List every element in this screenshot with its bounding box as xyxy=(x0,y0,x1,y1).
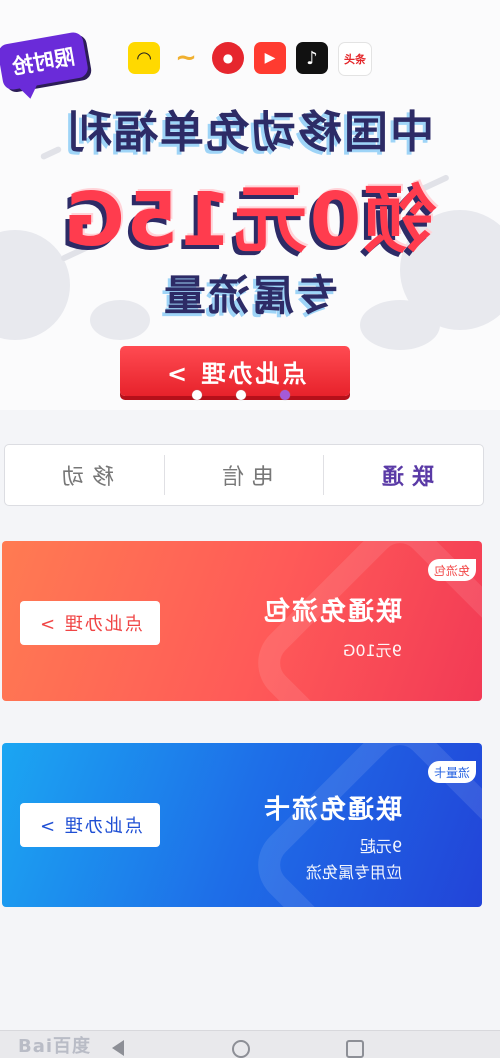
red-circle-glyph: ● xyxy=(222,51,234,65)
apply-now-label: 点此办理 > xyxy=(163,359,307,388)
card-corner-badge: 免流包 xyxy=(427,559,476,581)
sim-description-text: 应用专属免流 xyxy=(305,863,402,882)
yellow-smile-app-icon: ◠ xyxy=(128,42,160,74)
sim-apply-button[interactable]: 点此办理 > xyxy=(20,803,160,847)
limited-time-label: 限时抢 xyxy=(10,44,77,80)
headline-line-2-text: 领0元15G xyxy=(62,177,438,263)
card-description: 应用专属免流 xyxy=(306,859,402,883)
carrier-tabs: 移动 电信 联通 xyxy=(4,444,484,506)
tab-telecom[interactable]: 电信 xyxy=(165,445,324,505)
carousel-dot[interactable] xyxy=(236,390,246,400)
sim-apply-label: 点此办理 > xyxy=(37,816,143,837)
promo-banner[interactable]: 限时抢 ◠ ~ ● ▶ ♪ 头条 中国移动免单福利 领0元15G 专属流量 点此… xyxy=(0,0,500,410)
sim-title-text: 联通免流卡 xyxy=(261,795,402,825)
pack-badge-label: 免流包 xyxy=(433,563,470,578)
sim-price-text: 9元起 xyxy=(359,837,402,856)
headline-line-1: 中国移动免单福利 xyxy=(30,96,470,160)
tab-unicom[interactable]: 联通 xyxy=(324,445,483,505)
toutiao-glyph: 头条 xyxy=(344,53,366,66)
toutiao-app-icon: 头条 xyxy=(338,42,372,76)
pack-apply-label: 点此办理 > xyxy=(37,614,143,635)
card-title: 联通免流包 xyxy=(262,591,402,628)
baidu-watermark: Bai百度 xyxy=(18,1032,91,1058)
carousel-indicator xyxy=(0,390,500,402)
watermark-text: Bai百度 xyxy=(18,1036,92,1057)
carousel-dot-active[interactable] xyxy=(280,390,290,400)
red-circle-app-icon: ● xyxy=(212,42,244,74)
apply-now-button[interactable]: 点此办理 > xyxy=(120,346,350,396)
tiktok-glyph: ♪ xyxy=(306,47,318,69)
headline-line-2: 领0元15G xyxy=(30,160,470,267)
tab-unicom-label: 联通 xyxy=(373,465,434,490)
red-play-app-icon: ▶ xyxy=(254,42,286,74)
card-price: 9元起 xyxy=(360,833,402,857)
unicom-data-sim-card[interactable]: 流量卡 联通免流卡 9元起 应用专属免流 点此办理 > xyxy=(2,743,482,907)
tiktok-app-icon: ♪ xyxy=(296,42,328,74)
unicom-data-pack-card[interactable]: 免流包 联通免流包 9元10G 点此办理 > xyxy=(2,541,482,701)
wave-app-icon: ~ xyxy=(170,42,202,74)
pack-apply-button[interactable]: 点此办理 > xyxy=(20,601,160,645)
headline-line-1-text: 中国移动免单福利 xyxy=(66,107,434,158)
yellow-smile-glyph: ◠ xyxy=(137,47,151,69)
app-icon-row: ◠ ~ ● ▶ ♪ 头条 xyxy=(128,42,372,76)
pack-price-text: 9元10G xyxy=(343,641,402,660)
recent-apps-icon[interactable] xyxy=(346,1040,364,1058)
card-title: 联通免流卡 xyxy=(262,789,402,826)
tab-mobile[interactable]: 移动 xyxy=(5,445,164,505)
home-icon[interactable] xyxy=(232,1040,250,1058)
headline-line-3-text: 专属流量 xyxy=(161,271,338,320)
card-corner-badge: 流量卡 xyxy=(427,761,476,783)
headline-line-3: 专属流量 xyxy=(30,262,470,323)
card-price: 9元10G xyxy=(343,637,402,661)
back-icon[interactable] xyxy=(112,1040,124,1056)
limited-time-badge: 限时抢 xyxy=(0,30,90,92)
red-play-glyph: ▶ xyxy=(264,50,276,66)
pack-title-text: 联通免流包 xyxy=(261,597,402,627)
wave-glyph: ~ xyxy=(175,43,197,73)
carousel-dot[interactable] xyxy=(192,390,202,400)
tab-mobile-label: 移动 xyxy=(54,465,115,490)
sim-badge-label: 流量卡 xyxy=(433,765,470,780)
tab-telecom-label: 电信 xyxy=(214,465,275,490)
